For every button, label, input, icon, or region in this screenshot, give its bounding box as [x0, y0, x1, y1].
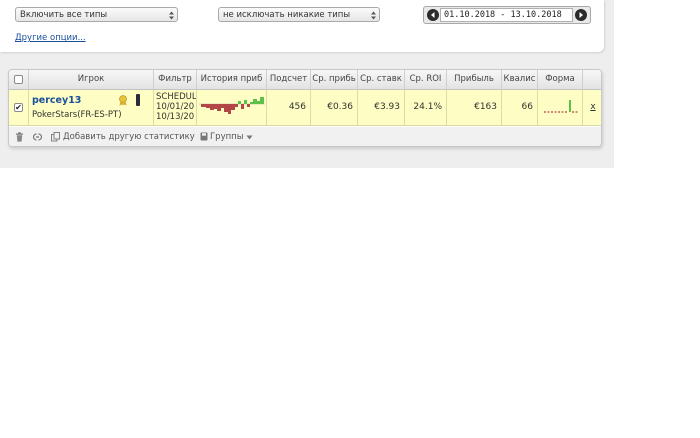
next-icon [579, 12, 583, 18]
copy-icon [51, 132, 60, 142]
header-count[interactable]: Подсчет [267, 70, 311, 89]
include-types-value: Включить все типы [20, 10, 108, 20]
dropdown-arrow-icon [246, 135, 253, 140]
header-form[interactable]: Форма [538, 70, 583, 89]
date-range-input[interactable]: 01.10.2018 - 13.10.2018 [440, 8, 573, 22]
player-cell: percey13 PokerStars(FR-ES-PT) [29, 90, 154, 125]
avg-stake-cell: €3.93 [358, 90, 405, 125]
player-site: PokerStars(FR-ES-PT) [32, 110, 122, 120]
profit-history-cell [197, 90, 267, 125]
player-name-link[interactable]: percey13 [32, 95, 81, 106]
form-cell [538, 90, 583, 125]
avg-roi-cell: 24.1% [405, 90, 447, 125]
stats-table: Игрок Фильтр История приб Подсчет Ср. пр… [8, 69, 602, 147]
exclude-types-select[interactable]: не исключать никакие типы [218, 7, 380, 22]
remove-row-link[interactable]: x [583, 90, 601, 125]
next-period-button[interactable] [575, 9, 587, 21]
header-select-cell [9, 70, 29, 89]
table-footer: Добавить другую статистику Группы [9, 127, 601, 146]
header-avg-roi[interactable]: Ср. ROI [405, 70, 447, 89]
form-sparkline [544, 100, 578, 113]
add-statistic-button[interactable]: Добавить другую статистику [63, 132, 195, 142]
other-options-link[interactable]: Другие опции... [15, 33, 86, 43]
row-checkbox[interactable]: ✔ [14, 103, 23, 112]
header-avg-stake[interactable]: Ср. ставк [358, 70, 405, 89]
header-remove [583, 70, 601, 89]
exclude-types-value: не исключать никакие типы [223, 10, 351, 20]
include-types-select[interactable]: Включить все типы [15, 7, 178, 22]
prev-period-button[interactable] [427, 9, 439, 21]
header-filter[interactable]: Фильтр [154, 70, 197, 89]
header-ability[interactable]: Квалис [502, 70, 538, 89]
header-avg-profit[interactable]: Ср. прибь [311, 70, 358, 89]
filter-cell: SCHEDUL 10/01/20 10/13/20 [154, 90, 197, 125]
avg-profit-cell: €0.36 [311, 90, 358, 125]
select-arrows-icon [169, 11, 174, 20]
table-header: Игрок Фильтр История приб Подсчет Ср. пр… [9, 70, 601, 90]
profit-cell: €163 [447, 90, 502, 125]
count-cell: 456 [267, 90, 311, 125]
profit-history-sparkline [199, 97, 265, 114]
prev-icon [431, 12, 435, 18]
header-profit-history[interactable]: История приб [197, 70, 267, 89]
groups-button[interactable]: Группы [210, 132, 243, 142]
date-range-control: 01.10.2018 - 13.10.2018 [423, 6, 591, 24]
row-select-cell: ✔ [9, 90, 29, 125]
select-all-checkbox[interactable] [14, 75, 23, 84]
ability-cell: 66 [502, 90, 538, 125]
header-profit[interactable]: Прибыль [447, 70, 502, 89]
header-player[interactable]: Игрок [29, 70, 154, 89]
link-icon[interactable] [33, 132, 42, 142]
save-icon [200, 132, 208, 141]
award-icon [119, 95, 127, 106]
filter-line-3: 10/13/20 [156, 112, 195, 122]
trash-icon[interactable] [15, 132, 24, 142]
tag-icon[interactable] [136, 94, 140, 106]
select-arrows-icon [371, 11, 376, 20]
table-row[interactable]: ✔ percey13 PokerStars(FR-ES-PT) SCHEDUL … [9, 90, 601, 126]
filter-panel: Включить все типы не исключать никакие т… [0, 0, 604, 52]
